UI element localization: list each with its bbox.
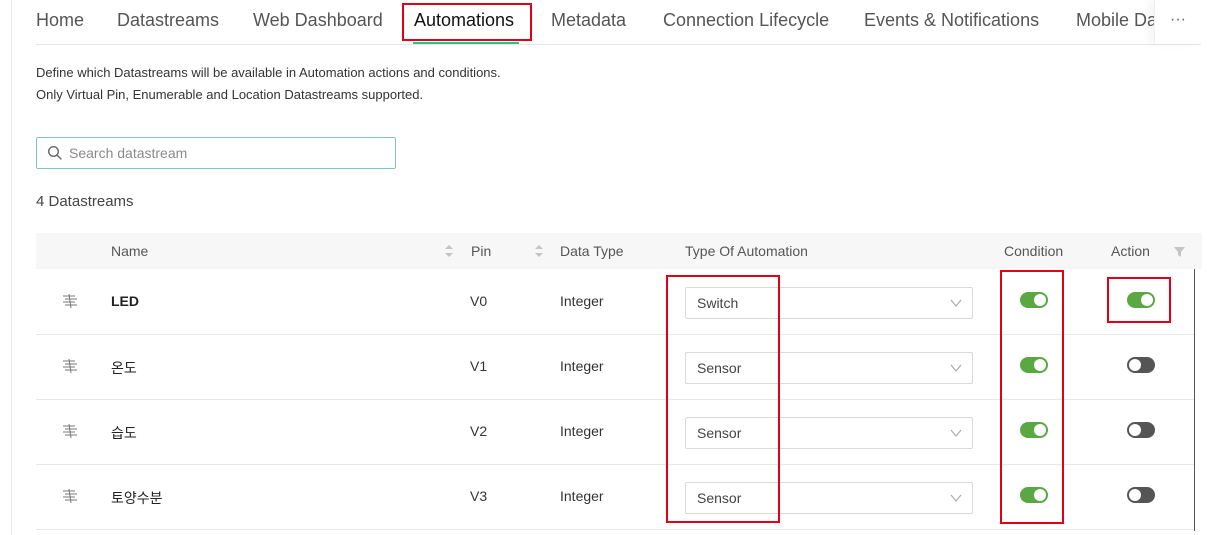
datastream-data-type: Integer: [560, 358, 604, 374]
chevron-down-icon: [950, 299, 962, 307]
tab-datastreams[interactable]: Datastreams: [117, 10, 219, 31]
action-toggle[interactable]: [1127, 487, 1155, 503]
column-header-name[interactable]: Name: [111, 243, 148, 259]
datastream-name: LED: [111, 293, 139, 309]
automation-type-select[interactable]: Switch: [685, 287, 973, 319]
datastream-data-type: Integer: [560, 293, 604, 309]
datastream-icon: [63, 423, 77, 439]
tab-connection-lifecycle[interactable]: Connection Lifecycle: [663, 10, 829, 31]
tab-web-dashboard[interactable]: Web Dashboard: [253, 10, 383, 31]
search-icon: [47, 145, 62, 160]
automation-type-value: Sensor: [697, 490, 742, 506]
toggle-knob: [1034, 489, 1046, 501]
column-header-condition: Condition: [1004, 243, 1064, 259]
left-border: [11, 0, 12, 535]
column-header-type-of-automation: Type Of Automation: [685, 243, 808, 259]
action-toggle[interactable]: [1127, 422, 1155, 438]
condition-toggle[interactable]: [1020, 487, 1048, 503]
tab-bar: Home Datastreams Web Dashboard Automatio…: [36, 0, 1201, 45]
more-tabs-button[interactable]: ···: [1154, 0, 1201, 44]
active-tab-indicator: [413, 42, 519, 44]
sort-icon[interactable]: [445, 245, 453, 257]
datastream-icon: [63, 293, 77, 309]
tab-home[interactable]: Home: [36, 10, 84, 31]
datastream-name: 온도: [111, 360, 137, 376]
column-header-action: Action: [1111, 243, 1150, 259]
toggle-knob: [1034, 359, 1046, 371]
datastream-data-type: Integer: [560, 488, 604, 504]
filter-icon[interactable]: [1174, 247, 1185, 257]
table-header: Name Pin Data Type Type Of Automation Co…: [36, 233, 1202, 269]
search-input[interactable]: [69, 142, 389, 164]
condition-toggle[interactable]: [1020, 422, 1048, 438]
condition-toggle[interactable]: [1020, 292, 1048, 308]
automation-type-value: Sensor: [697, 360, 742, 376]
table-row[interactable]: 온도 V1 Integer Sensor: [36, 335, 1194, 400]
description-line-1: Define which Datastreams will be availab…: [36, 65, 501, 80]
toggle-knob: [1129, 359, 1141, 371]
chevron-down-icon: [950, 429, 962, 437]
datastream-pin: V3: [470, 488, 488, 504]
automation-type-select[interactable]: Sensor: [685, 352, 973, 384]
description-line-2: Only Virtual Pin, Enumerable and Locatio…: [36, 87, 424, 102]
tab-mobile-dashboard[interactable]: Mobile Da: [1076, 10, 1157, 31]
table-row[interactable]: 습도 V2 Integer Sensor: [36, 400, 1194, 465]
datastream-pin: V1: [470, 358, 488, 374]
toggle-knob: [1034, 294, 1046, 306]
automation-type-value: Switch: [697, 295, 739, 311]
action-toggle[interactable]: [1127, 292, 1155, 308]
datastream-name: 습도: [111, 425, 137, 441]
action-toggle[interactable]: [1127, 357, 1155, 373]
toggle-knob: [1034, 424, 1046, 436]
toggle-knob: [1129, 424, 1141, 436]
table-row[interactable]: 토양수분 V3 Integer Sensor: [36, 465, 1194, 530]
column-header-data-type: Data Type: [560, 243, 624, 259]
datastream-icon: [63, 488, 77, 504]
datastream-count: 4 Datastreams: [36, 193, 134, 210]
toggle-knob: [1141, 294, 1153, 306]
toggle-knob: [1129, 489, 1141, 501]
tab-automations[interactable]: Automations: [414, 10, 514, 31]
datastream-pin: V2: [470, 423, 488, 439]
datastream-pin: V0: [470, 293, 488, 309]
datastream-icon: [63, 358, 77, 374]
chevron-down-icon: [950, 494, 962, 502]
table-row[interactable]: LED V0 Integer Switch: [36, 270, 1194, 335]
search-box[interactable]: [36, 137, 396, 169]
scrollbar-edge: [1194, 269, 1195, 531]
tab-events-notifications[interactable]: Events & Notifications: [864, 10, 1039, 31]
tab-metadata[interactable]: Metadata: [551, 10, 626, 31]
datastream-name: 토양수분: [111, 490, 163, 506]
automation-type-select[interactable]: Sensor: [685, 417, 973, 449]
automation-type-value: Sensor: [697, 425, 742, 441]
chevron-down-icon: [950, 364, 962, 372]
column-header-pin[interactable]: Pin: [471, 243, 491, 259]
datastream-data-type: Integer: [560, 423, 604, 439]
sort-icon[interactable]: [535, 245, 543, 257]
condition-toggle[interactable]: [1020, 357, 1048, 373]
automation-type-select[interactable]: Sensor: [685, 482, 973, 514]
